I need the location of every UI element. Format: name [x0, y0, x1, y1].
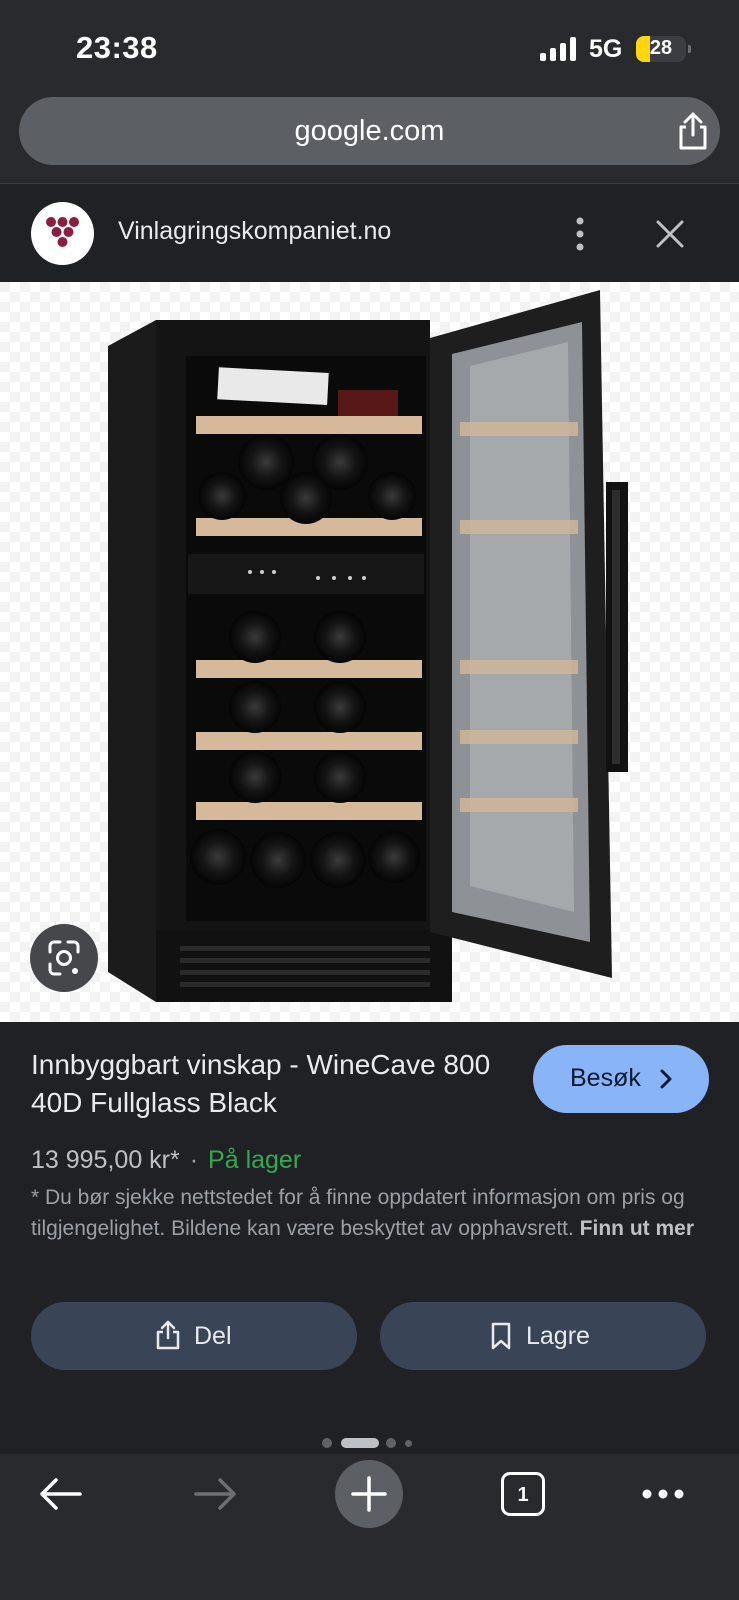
battery-icon: 28	[636, 36, 686, 62]
wine-cabinet-illustration	[0, 282, 739, 1022]
pager-dot-active[interactable]	[341, 1438, 379, 1448]
chevron-right-icon	[660, 1069, 672, 1089]
signal-strength-icon	[540, 37, 578, 61]
stock-status: På lager	[208, 1146, 302, 1174]
product-info-panel: Innbyggbart vinskap - WineCave 800 40D F…	[0, 1022, 739, 1454]
pager-dot[interactable]	[322, 1438, 332, 1448]
share-button[interactable]: Del	[31, 1302, 357, 1370]
share-icon[interactable]	[675, 111, 711, 151]
forward-arrow-icon[interactable]	[190, 1474, 240, 1514]
close-icon[interactable]	[654, 218, 686, 250]
visit-label: Besøk	[570, 1064, 641, 1092]
separator-dot: ·	[189, 1146, 199, 1174]
tab-switcher-button[interactable]: 1	[501, 1472, 545, 1516]
google-lens-icon[interactable]	[30, 924, 98, 992]
learn-more-link[interactable]: Finn ut mer	[580, 1217, 694, 1240]
battery-level: 28	[649, 37, 673, 59]
site-header: Vinlagringskompaniet.no	[0, 184, 739, 282]
bottom-navigation: 1	[0, 1454, 739, 1600]
new-tab-button[interactable]	[335, 1460, 403, 1528]
site-name[interactable]: Vinlagringskompaniet.no	[118, 217, 391, 246]
plus-icon	[351, 1476, 387, 1512]
more-vertical-icon[interactable]	[570, 216, 590, 252]
share-label: Del	[194, 1322, 232, 1350]
bookmark-icon	[491, 1322, 511, 1350]
pager-dot[interactable]	[386, 1438, 396, 1448]
tab-count: 1	[517, 1484, 529, 1506]
share-icon	[156, 1320, 180, 1350]
disclaimer: * Du bør sjekke nettstedet for å finne o…	[31, 1182, 711, 1244]
price-line: 13 995,00 kr* · På lager	[31, 1146, 301, 1175]
product-title[interactable]: Innbyggbart vinskap - WineCave 800 40D F…	[31, 1046, 521, 1122]
save-label: Lagre	[526, 1322, 590, 1350]
browser-toolbar: google.com	[0, 96, 739, 184]
status-time: 23:38	[76, 30, 158, 65]
save-button[interactable]: Lagre	[380, 1302, 706, 1370]
more-horizontal-icon[interactable]	[640, 1482, 686, 1506]
status-bar: 23:38 5G 28	[0, 0, 739, 96]
visit-button[interactable]: Besøk	[533, 1045, 709, 1113]
grape-logo-icon[interactable]	[31, 202, 94, 265]
battery-tip	[688, 45, 691, 53]
result-pager	[0, 1436, 739, 1450]
wine-cabinet-image[interactable]	[0, 282, 739, 1022]
network-type: 5G	[589, 35, 623, 63]
product-price: 13 995,00 kr*	[31, 1146, 180, 1174]
address-bar[interactable]: google.com	[19, 97, 720, 165]
pager-dot[interactable]	[405, 1440, 412, 1447]
url-text[interactable]: google.com	[19, 115, 720, 148]
back-arrow-icon[interactable]	[36, 1474, 86, 1514]
